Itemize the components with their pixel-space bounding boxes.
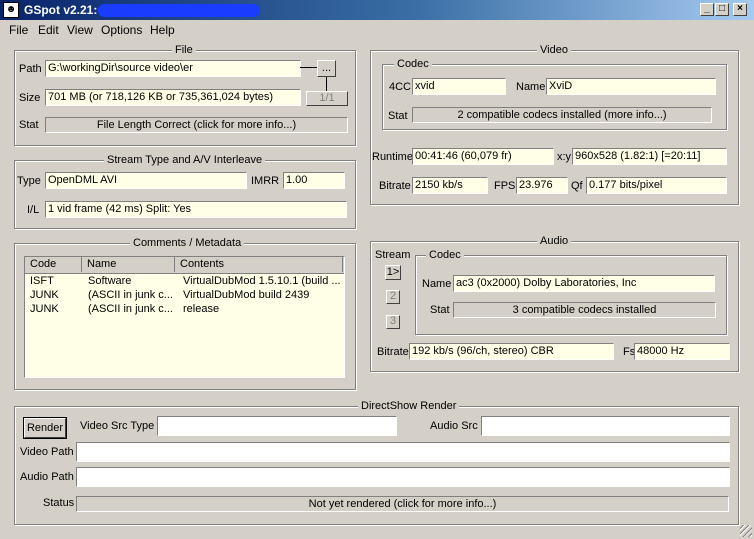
audio-src-field[interactable] — [481, 416, 730, 436]
qf-field[interactable]: 0.177 bits/pixel — [586, 177, 727, 194]
video-name-field[interactable]: XviD — [546, 78, 716, 95]
cell-contents: release — [183, 303, 220, 315]
xy-label: x:y — [557, 151, 572, 163]
metadata-list[interactable]: Code Name Contents ISFT Software Virtual… — [24, 256, 345, 378]
comments-legend: Comments / Metadata — [130, 237, 245, 249]
audio-path-label: Audio Path — [20, 471, 74, 483]
audio-stream-3-button[interactable]: 3 — [386, 315, 400, 329]
redacted-title-overlay — [98, 4, 260, 17]
qf-label: Qf — [571, 180, 583, 192]
menu-bar: File Edit View Options Help — [0, 20, 754, 39]
browse-button[interactable]: ... — [317, 60, 336, 77]
stream-type-group — [14, 160, 356, 229]
cell-contents: VirtualDubMod build 2439 — [183, 289, 310, 301]
audio-codec-group — [415, 255, 727, 335]
path-label: Path — [19, 63, 42, 75]
xy-field[interactable]: 960x528 (1.82:1) [=20:11] — [572, 148, 727, 165]
audio-stream-2-button[interactable]: 2 — [386, 290, 400, 304]
video-stat-button[interactable]: 2 compatible codecs installed (more info… — [412, 107, 712, 123]
audio-codec-legend: Codec — [426, 249, 464, 261]
file-legend: File — [172, 44, 196, 56]
path-field[interactable]: G:\workingDir\source video\er — [45, 60, 301, 77]
cell-name: Software — [88, 275, 132, 287]
list-header: Code Name Contents — [25, 257, 344, 274]
audio-legend: Audio — [537, 235, 572, 247]
video-path-label: Video Path — [20, 446, 74, 458]
size-label: Size — [19, 92, 41, 104]
stat-label: Stat — [19, 119, 39, 131]
video-bitrate-field[interactable]: 2150 kb/s — [412, 177, 488, 194]
close-icon[interactable]: × — [733, 3, 747, 16]
menu-help[interactable]: Help — [150, 23, 175, 37]
fs-field[interactable]: 48000 Hz — [634, 343, 730, 360]
connector-line — [326, 77, 327, 91]
audio-bitrate-field[interactable]: 192 kb/s (96/ch, stereo) CBR — [409, 343, 614, 360]
file-stat-button[interactable]: File Length Correct (click for more info… — [45, 117, 348, 133]
fps-field[interactable]: 23.976 — [516, 177, 568, 194]
video-name-label: Name — [516, 81, 546, 93]
video-src-type-label: Video Src Type — [80, 420, 155, 432]
fourcc-label: 4CC — [389, 81, 412, 93]
video-bitrate-label: Bitrate — [379, 180, 411, 192]
il-field[interactable]: 1 vid frame (42 ms) Split: Yes — [45, 201, 347, 218]
cell-contents: VirtualDubMod 1.5.10.1 (build ... — [183, 275, 341, 287]
il-label: I/L — [27, 204, 40, 216]
video-codec-legend: Codec — [394, 58, 432, 70]
minimize-icon[interactable]: _ — [700, 3, 714, 16]
resize-grip-icon[interactable] — [740, 525, 752, 537]
audio-stat-label: Stat — [430, 304, 450, 316]
audio-bitrate-label: Bitrate — [377, 346, 409, 358]
column-header-contents[interactable]: Contents — [175, 257, 343, 272]
window-title: GSpot v2.21: — [24, 3, 98, 17]
file-counter-button[interactable]: 1/1 — [306, 91, 348, 106]
cell-code: JUNK — [30, 289, 59, 301]
video-src-type-field[interactable] — [157, 416, 397, 436]
table-row[interactable]: JUNK (ASCII in junk c... release — [25, 302, 344, 316]
render-status-button[interactable]: Not yet rendered (click for more info...… — [76, 496, 729, 512]
fps-label: FPS — [494, 180, 516, 192]
stream-type-legend: Stream Type and A/V Interleave — [104, 154, 266, 166]
maximize-icon[interactable]: □ — [715, 3, 729, 16]
connector-line — [300, 67, 317, 68]
audio-src-label: Audio Src — [430, 420, 478, 432]
cell-name: (ASCII in junk c... — [88, 303, 173, 315]
audio-path-field[interactable] — [76, 467, 730, 487]
column-header-name[interactable]: Name — [82, 257, 175, 272]
video-legend: Video — [537, 44, 571, 56]
render-button[interactable]: Render — [24, 418, 66, 438]
runtime-field[interactable]: 00:41:46 (60,079 fr) — [412, 148, 554, 165]
imrr-label: IMRR — [251, 175, 280, 187]
audio-name-label: Name — [422, 278, 452, 290]
size-field[interactable]: 701 MB (or 718,126 KB or 735,361,024 byt… — [45, 89, 301, 106]
cell-name: (ASCII in junk c... — [88, 289, 173, 301]
menu-file[interactable]: File — [9, 23, 28, 37]
app-icon: ☻ — [3, 2, 19, 18]
type-field[interactable]: OpenDML AVI — [45, 172, 247, 189]
cell-code: ISFT — [30, 275, 54, 287]
menu-edit[interactable]: Edit — [38, 23, 59, 37]
video-stat-label: Stat — [388, 110, 408, 122]
table-row[interactable]: ISFT Software VirtualDubMod 1.5.10.1 (bu… — [25, 274, 344, 288]
menu-view[interactable]: View — [67, 23, 93, 37]
type-label: Type — [17, 175, 41, 187]
directshow-legend: DirectShow Render — [358, 400, 460, 412]
table-row[interactable]: JUNK (ASCII in junk c... VirtualDubMod b… — [25, 288, 344, 302]
imrr-field[interactable]: 1.00 — [283, 172, 345, 189]
cell-code: JUNK — [30, 303, 59, 315]
audio-stream-1-button[interactable]: 1> — [385, 265, 401, 280]
audio-stat-button[interactable]: 3 compatible codecs installed — [453, 302, 716, 318]
fourcc-field[interactable]: xvid — [412, 78, 506, 95]
render-status-label: Status — [43, 497, 75, 509]
menu-options[interactable]: Options — [101, 23, 142, 37]
audio-name-field[interactable]: ac3 (0x2000) Dolby Laboratories, Inc — [453, 275, 715, 292]
stream-label: Stream — [375, 249, 411, 261]
video-path-field[interactable] — [76, 442, 730, 462]
column-header-code[interactable]: Code — [25, 257, 82, 272]
runtime-label: Runtime — [372, 151, 413, 163]
